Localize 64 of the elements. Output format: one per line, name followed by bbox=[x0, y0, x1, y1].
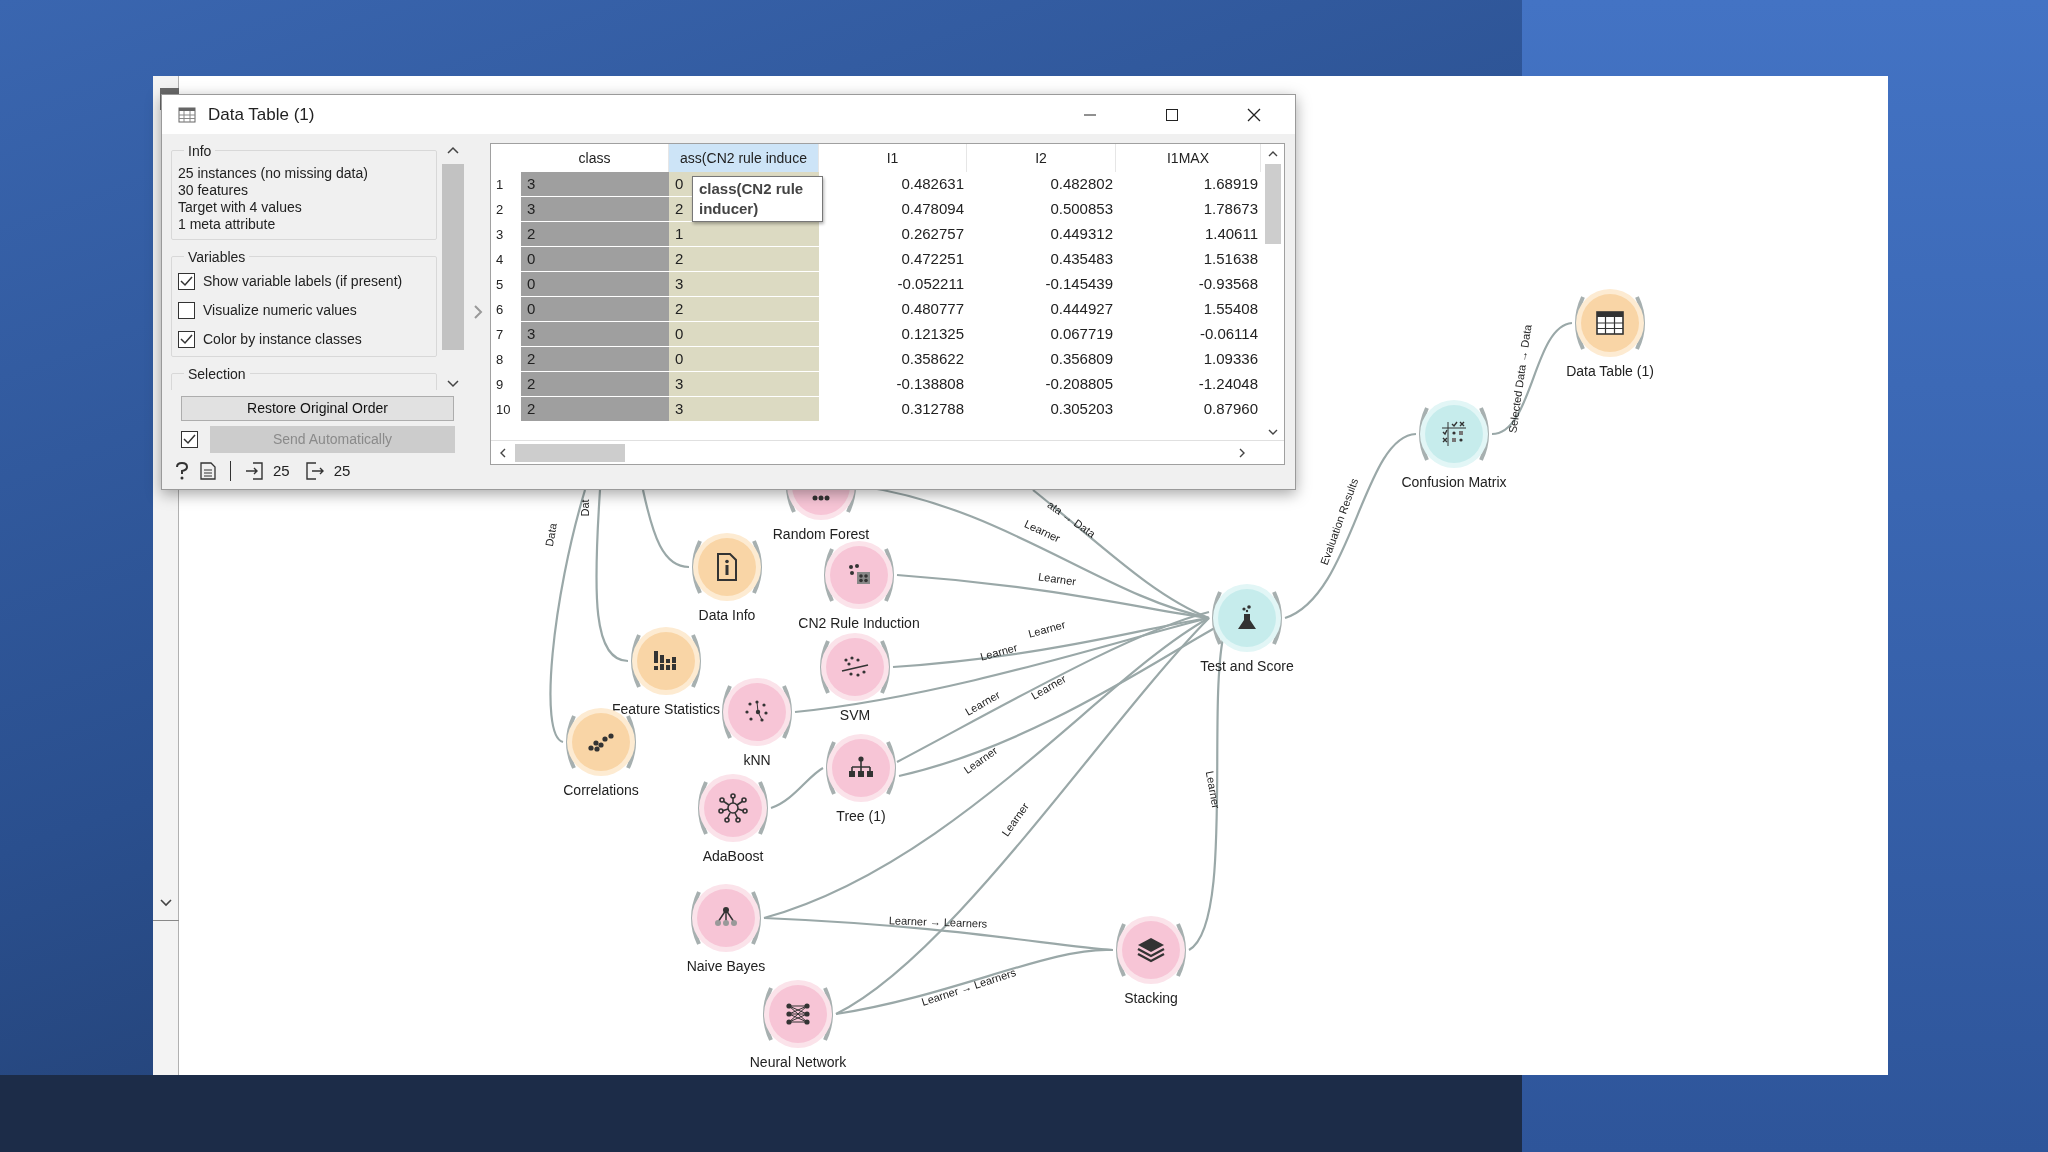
table-cell: 1 bbox=[669, 222, 819, 247]
output-count: 25 bbox=[333, 461, 351, 481]
node-label: Confusion Matrix bbox=[1401, 473, 1507, 492]
info-text: Target with 4 values bbox=[178, 199, 303, 216]
info-text: 1 meta attribute bbox=[178, 216, 277, 233]
node-label: Tree (1) bbox=[836, 807, 886, 826]
row-number: 3 bbox=[495, 225, 505, 244]
table-cell: 3 bbox=[669, 372, 819, 397]
node-label: Neural Network bbox=[749, 1053, 847, 1072]
row-number: 10 bbox=[495, 400, 512, 419]
row-number: 8 bbox=[495, 350, 505, 369]
edge-label: Learner bbox=[1037, 570, 1077, 588]
info-text: 30 features bbox=[178, 182, 250, 199]
row-number: 2 bbox=[495, 200, 505, 219]
window-title: Data Table (1) bbox=[208, 103, 315, 126]
info-text: 25 instances (no missing data) bbox=[178, 165, 369, 182]
table-cell: 3 bbox=[669, 397, 819, 422]
node-label: Feature Statistics bbox=[611, 700, 721, 719]
table-cell: 2 bbox=[521, 397, 669, 422]
table-cell: 0 bbox=[669, 322, 819, 347]
row-number: 4 bbox=[495, 250, 505, 269]
edge-label: Data bbox=[543, 522, 559, 548]
node-label: Data Info bbox=[698, 606, 756, 625]
node-label: Data Table (1) bbox=[1566, 362, 1654, 381]
checkbox-label: Visualize numeric values bbox=[203, 301, 357, 320]
column-header[interactable]: ass(CN2 rule induce bbox=[669, 144, 819, 172]
table-cell: 2 bbox=[521, 222, 669, 247]
table-cell: 2 bbox=[521, 347, 669, 372]
table-cell: 0 bbox=[521, 247, 669, 272]
table-cell: 3 bbox=[521, 322, 669, 347]
checkbox-label: Color by instance classes bbox=[203, 330, 362, 349]
table-cell: 3 bbox=[521, 197, 669, 222]
node-label: SVM bbox=[839, 706, 871, 725]
node-label: kNN bbox=[743, 751, 771, 770]
table-cell: 3 bbox=[669, 272, 819, 297]
table-cell: 0 bbox=[521, 272, 669, 297]
table-cell: 0 bbox=[669, 347, 819, 372]
row-number: 9 bbox=[495, 375, 505, 394]
edge-label: Learner bbox=[1203, 770, 1223, 810]
table-cell: 3 bbox=[521, 172, 669, 197]
table-cell: 2 bbox=[669, 297, 819, 322]
table-cell: 2 bbox=[521, 372, 669, 397]
edge-label: Learner bbox=[978, 641, 1019, 663]
edge-label: Selected Data → Data bbox=[1506, 323, 1534, 434]
row-number: 5 bbox=[495, 275, 505, 294]
node-label: CN2 Rule Induction bbox=[798, 614, 920, 633]
table-cell: 2 bbox=[669, 247, 819, 272]
node-label: Random Forest bbox=[772, 525, 870, 544]
tooltip: class(CN2 rule inducer) bbox=[692, 176, 823, 222]
edge-label: Learner → Learners bbox=[888, 914, 988, 930]
node-label: Correlations bbox=[563, 781, 639, 800]
checkbox-label: Show variable labels (if present) bbox=[203, 272, 403, 291]
restore-order-button[interactable]: Restore Original Order bbox=[181, 396, 454, 421]
node-label: AdaBoost bbox=[702, 847, 764, 866]
row-number: 6 bbox=[495, 300, 505, 319]
edge-label: Learner bbox=[1026, 618, 1067, 640]
input-count: 25 bbox=[273, 461, 290, 481]
table-cell: 0 bbox=[521, 297, 669, 322]
node-label: Naive Bayes bbox=[686, 957, 766, 976]
node-label: Stacking bbox=[1124, 989, 1178, 1008]
row-number: 7 bbox=[495, 325, 505, 344]
edge-label: Dat bbox=[578, 499, 591, 517]
row-number: 1 bbox=[495, 175, 505, 194]
node-label: Test and Score bbox=[1200, 657, 1294, 676]
